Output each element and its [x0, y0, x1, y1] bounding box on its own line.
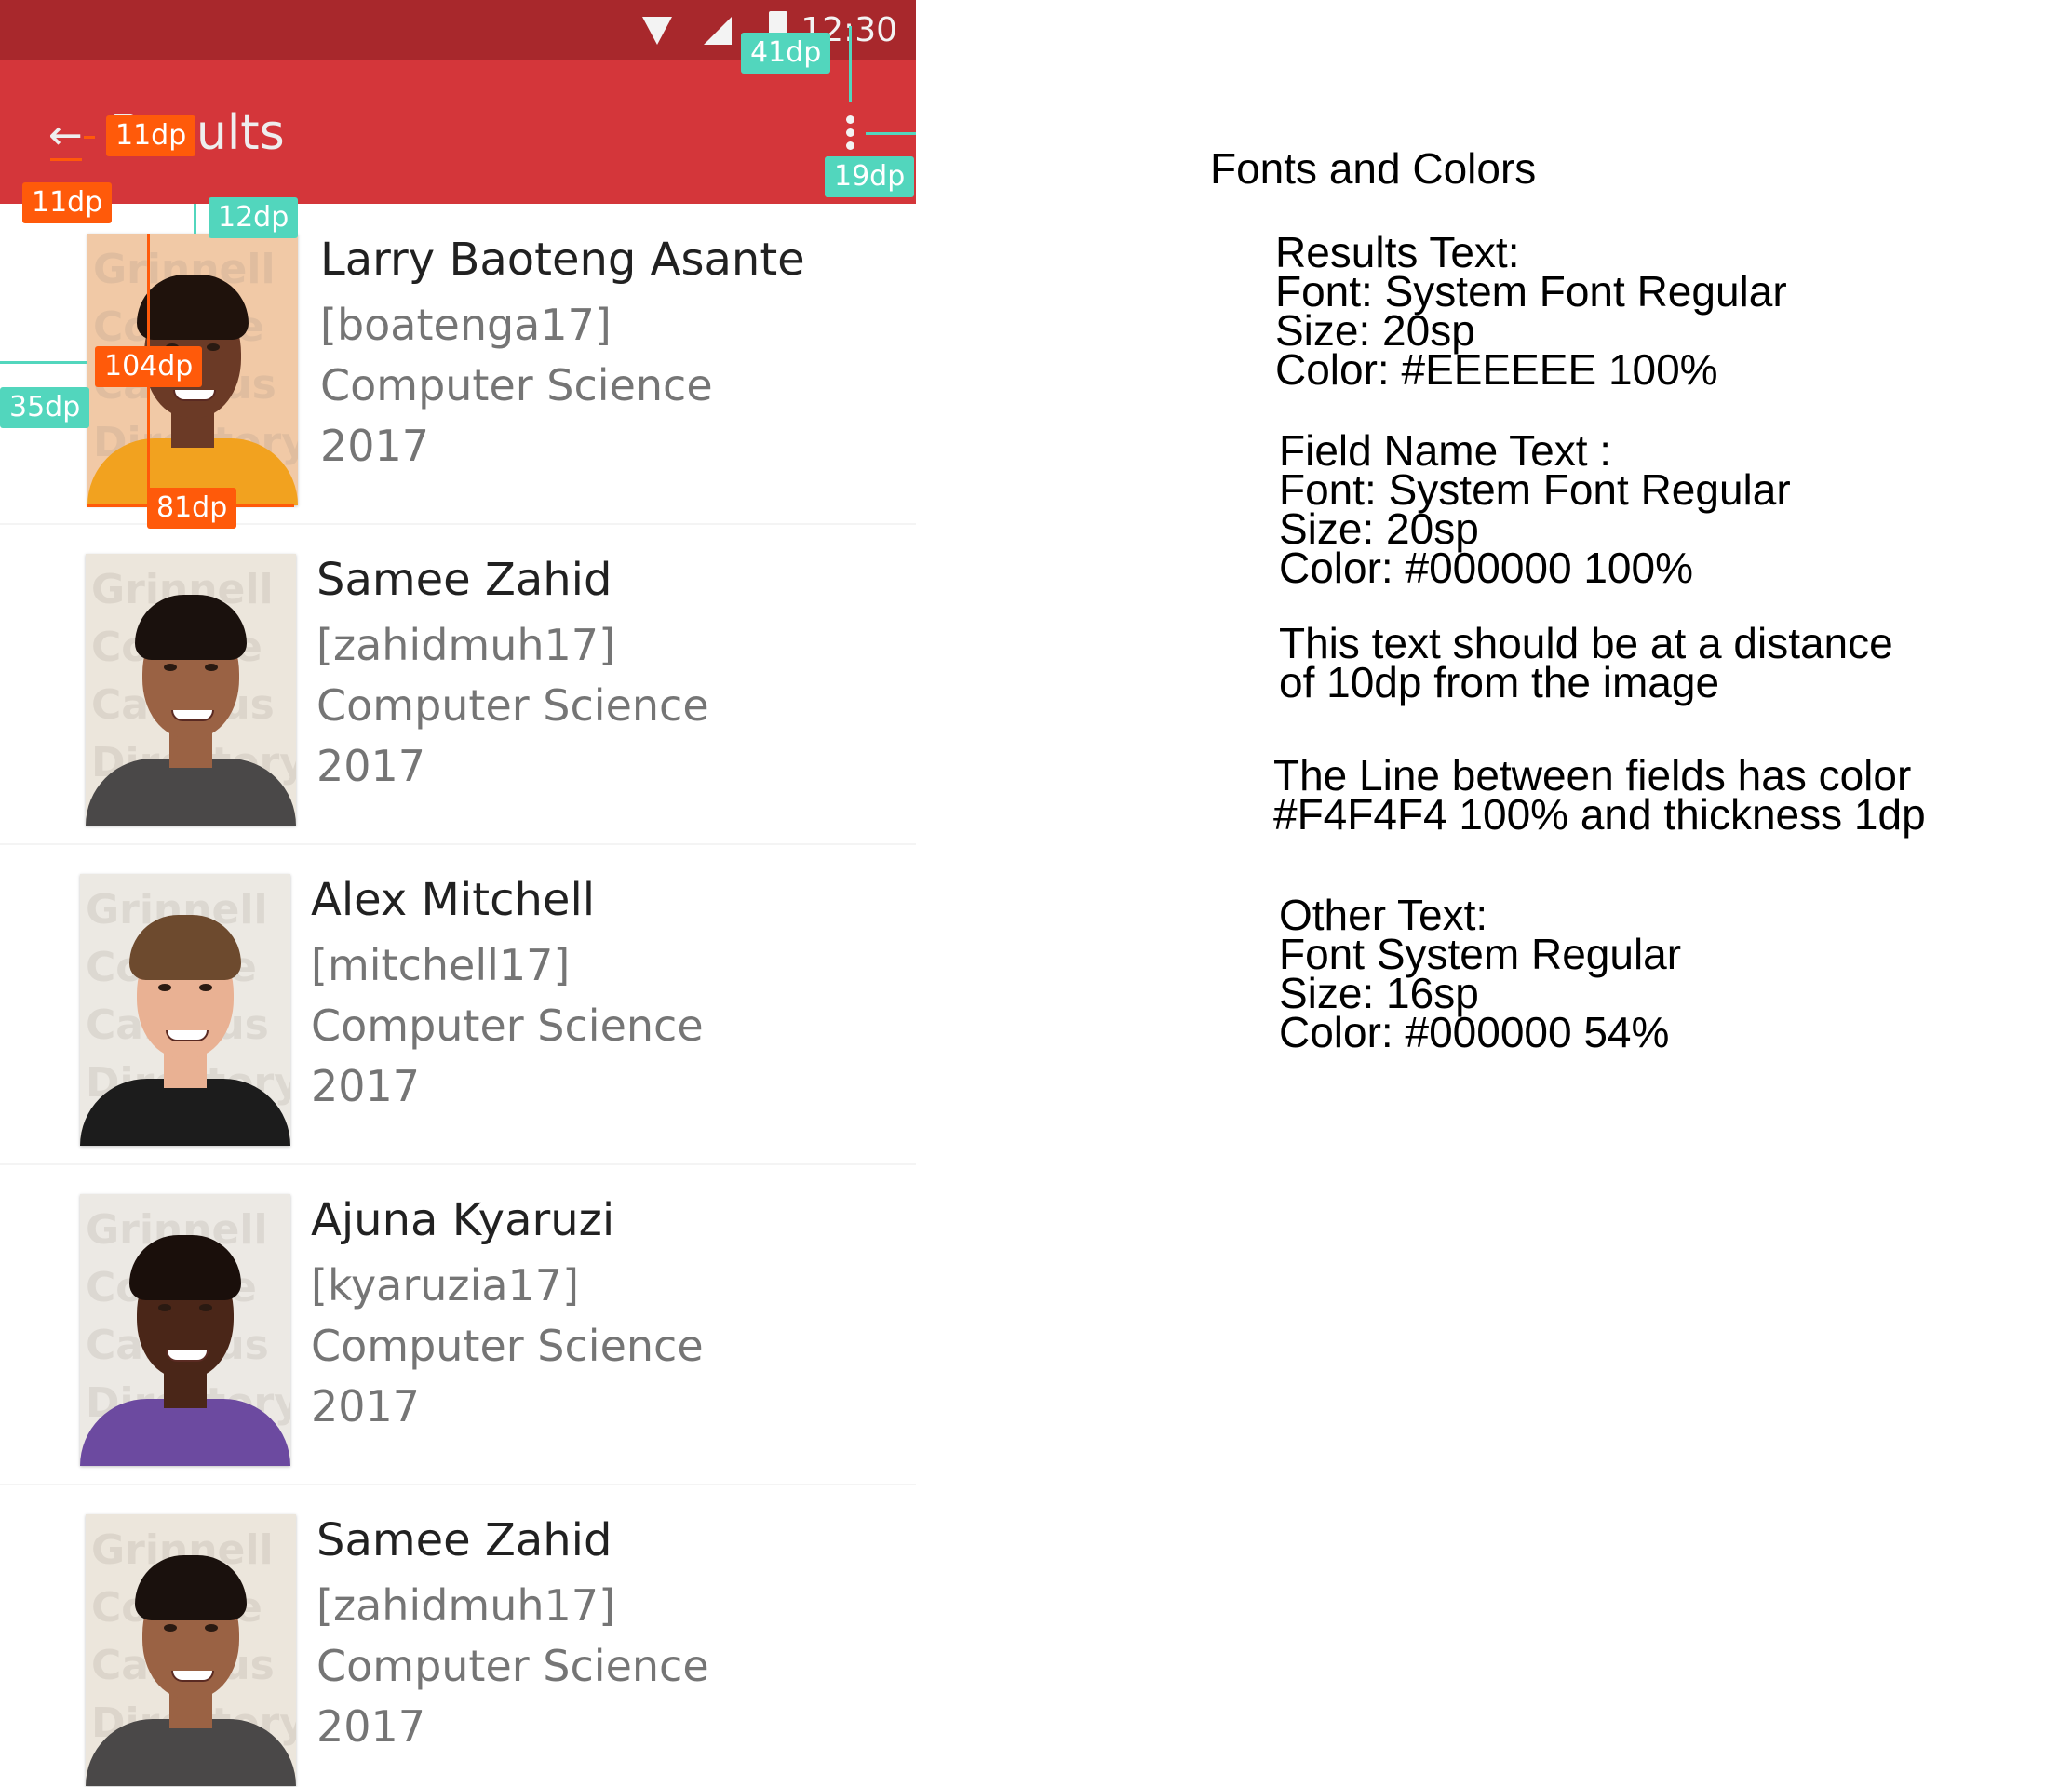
signal-icon: [704, 17, 732, 45]
annotation-photo-width: 81dp: [147, 488, 237, 529]
arrow-left-icon[interactable]: ←: [48, 112, 83, 160]
annotation-photo-height: 104dp: [95, 346, 203, 387]
spec-other-text: Other Text: Font System Regular Size: 16s…: [1279, 891, 1682, 1056]
result-username: [zahidmuh17]: [316, 1580, 616, 1631]
result-major: Computer Science: [311, 1001, 704, 1051]
spec-heading: Fonts and Colors: [1210, 144, 1537, 193]
annotation-photo-top: 12dp: [209, 197, 299, 238]
result-username: [kyaruzia17]: [311, 1260, 580, 1310]
profile-photo: GrinnellCollegeCampusDirectory: [86, 1514, 296, 1786]
result-year: 2017: [316, 1701, 426, 1752]
back-left-guide: [50, 158, 82, 161]
annotation-back-left: 11dp: [22, 182, 113, 223]
result-row[interactable]: GrinnellCollegeCampusDirectory Samee Zahi…: [0, 1485, 916, 1787]
status-height-guide: [849, 26, 852, 102]
result-major: Computer Science: [320, 360, 713, 410]
annotation-back-to-title: 11dp: [106, 115, 196, 156]
result-major: Computer Science: [311, 1321, 704, 1371]
result-username: [zahidmuh17]: [316, 620, 616, 670]
result-username: [mitchell17]: [311, 940, 571, 990]
result-name: Samee Zahid: [316, 1514, 612, 1566]
result-major: Computer Science: [316, 680, 709, 731]
annotation-photo-left: 35dp: [0, 387, 90, 428]
result-username: [boatenga17]: [320, 300, 612, 350]
result-name: Samee Zahid: [316, 554, 612, 606]
photo-left-guide: [0, 361, 87, 364]
spec-line-note: The Line between fields has color #F4F4F4…: [1273, 751, 1926, 839]
result-year: 2017: [320, 421, 430, 471]
result-row[interactable]: GrinnellCollegeCampusDirectory Ajuna Kyar…: [0, 1164, 916, 1485]
result-row[interactable]: GrinnellCollegeCampusDirectory Samee Zahi…: [0, 524, 916, 845]
result-year: 2017: [311, 1381, 421, 1431]
profile-photo: GrinnellCollegeCampusDirectory: [80, 1194, 290, 1466]
more-vert-icon[interactable]: [843, 115, 858, 155]
profile-photo: GrinnellCollegeCampusDirectory: [80, 874, 290, 1146]
back-to-title-guide: [84, 136, 95, 139]
result-name: Larry Baoteng Asante: [320, 234, 805, 286]
result-major: Computer Science: [316, 1641, 709, 1691]
phone-mockup: 12:30 ← Results GrinnellCollegeCampusDir…: [0, 0, 916, 1787]
result-year: 2017: [316, 741, 426, 791]
annotation-status-height: 41dp: [741, 33, 831, 74]
annotation-overflow-margin: 19dp: [825, 156, 915, 197]
result-name: Alex Mitchell: [311, 874, 596, 926]
spec-results-text: Results Text: Font: System Font Regular S…: [1275, 228, 1787, 394]
photo-top-guide: [194, 204, 196, 234]
overflow-margin-guide: [866, 132, 916, 135]
spec-distance-note: This text should be at a distance of 10dp…: [1279, 619, 1893, 706]
result-year: 2017: [311, 1061, 421, 1111]
result-name: Ajuna Kyaruzi: [311, 1194, 615, 1246]
result-row[interactable]: GrinnellCollegeCampusDirectory Alex Mitch…: [0, 844, 916, 1165]
wifi-icon: [642, 17, 672, 45]
profile-photo: GrinnellCollegeCampusDirectory: [86, 554, 296, 826]
spec-field-name-text: Field Name Text : Font: System Font Regul…: [1279, 426, 1791, 592]
